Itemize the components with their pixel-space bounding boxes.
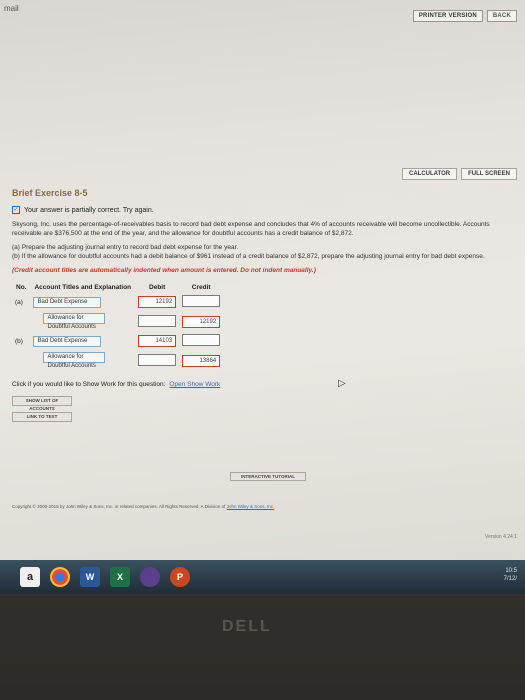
exercise-title: Brief Exercise 8-5 <box>12 188 88 198</box>
entry-number <box>12 311 30 332</box>
window-label: mail <box>4 4 19 13</box>
photos-icon[interactable] <box>140 567 160 587</box>
col-no: No. <box>16 284 27 291</box>
credit-input[interactable]: 12192 <box>182 315 221 328</box>
account-title-select[interactable]: Bad Debt Expense <box>33 296 102 308</box>
part-b-text: (b) If the allowance for doubtful accoun… <box>12 253 485 260</box>
journal-row: (a) Bad Debt Expense 12192 <box>12 293 223 311</box>
debit-input[interactable]: 14103 <box>138 335 177 347</box>
monitor-screen: mail PRINTER VERSION BACK CALCULATOR FUL… <box>0 0 525 560</box>
nav-bar: PRINTER VERSION BACK <box>412 10 517 22</box>
amazon-app-icon[interactable]: a <box>20 567 40 587</box>
entry-number <box>12 350 30 371</box>
calculator-button[interactable]: CALCULATOR <box>401 168 458 180</box>
chrome-icon[interactable] <box>50 567 70 587</box>
powerpoint-icon[interactable]: P <box>170 567 190 587</box>
entry-number: (a) <box>15 298 23 306</box>
journal-row: Allowance for Doubtful Accounts 13864 <box>12 350 223 371</box>
account-title-select[interactable]: Bad Debt Expense <box>33 335 102 347</box>
mouse-cursor-icon: ▷ <box>338 378 346 389</box>
debit-input[interactable]: 12192 <box>138 296 177 308</box>
helper-buttons: SHOW LIST OF ACCOUNTS LINK TO TEXT <box>12 396 517 422</box>
link-to-text-button[interactable]: LINK TO TEXT <box>12 412 72 422</box>
clock-time: 10:5 <box>505 568 517 574</box>
account-title-select[interactable]: Allowance for Doubtful Accounts <box>43 313 106 330</box>
toolbar: CALCULATOR FULL SCREEN <box>401 168 517 180</box>
part-a-text: (a) Prepare the adjusting journal entry … <box>12 244 239 251</box>
printer-version-button[interactable]: PRINTER VERSION <box>412 10 483 22</box>
excel-icon[interactable]: X <box>110 567 130 587</box>
clock-date: 7/12/ <box>503 576 517 582</box>
version-label: Version 4.24.1 <box>485 534 517 540</box>
wiley-link[interactable]: John Wiley & Sons, Inc. <box>227 504 275 509</box>
account-title-select[interactable]: Allowance for Doubtful Accounts <box>43 352 106 369</box>
show-work-row: Click if you would like to Show Work for… <box>12 381 517 388</box>
instructions-text: (Credit account titles are automatically… <box>12 267 316 274</box>
problem-text: Skysong, Inc. uses the percentage-of-rec… <box>12 221 490 237</box>
col-credit: Credit <box>191 284 211 291</box>
full-screen-button[interactable]: FULL SCREEN <box>461 168 517 180</box>
show-accounts-button[interactable]: SHOW LIST OF ACCOUNTS <box>12 396 72 411</box>
exercise-content: Brief Exercise 8-5 ✓ Your answer is part… <box>12 188 517 422</box>
entry-number: (b) <box>15 337 23 345</box>
journal-row: (b) Bad Debt Expense 14103 <box>12 332 223 350</box>
interactive-tutorial-button[interactable]: INTERACTIVE TUTORIAL <box>230 472 306 481</box>
col-account: Account Titles and Explanation <box>34 284 132 291</box>
taskbar: a W X P <box>0 560 525 594</box>
dell-logo: DELL <box>222 618 272 635</box>
debit-input[interactable] <box>138 314 177 327</box>
open-show-work-link[interactable]: Open Show Work <box>169 381 220 388</box>
journal-row: Allowance for Doubtful Accounts 12192 <box>12 311 223 332</box>
journal-entry-table: No. Account Titles and Explanation Debit… <box>12 282 223 371</box>
credit-input[interactable] <box>182 334 221 346</box>
back-button[interactable]: BACK <box>486 10 517 22</box>
word-icon[interactable]: W <box>80 567 100 587</box>
credit-input[interactable]: 13864 <box>182 354 221 367</box>
status-line: ✓ Your answer is partially correct. Try … <box>12 206 517 214</box>
copyright-footer: Copyright © 2000-2015 by John Wiley & So… <box>12 504 274 509</box>
status-text: Your answer is partially correct. Try ag… <box>24 206 154 214</box>
col-debit: Debit <box>149 284 166 291</box>
partial-correct-icon: ✓ <box>12 206 20 214</box>
debit-input[interactable] <box>138 353 177 366</box>
system-tray: 10:5 7/12/ <box>504 567 517 583</box>
show-work-question: Click if you would like to Show Work for… <box>12 381 166 388</box>
copyright-text: Copyright © 2000-2015 by John Wiley & So… <box>12 504 226 509</box>
credit-input[interactable] <box>182 295 221 307</box>
